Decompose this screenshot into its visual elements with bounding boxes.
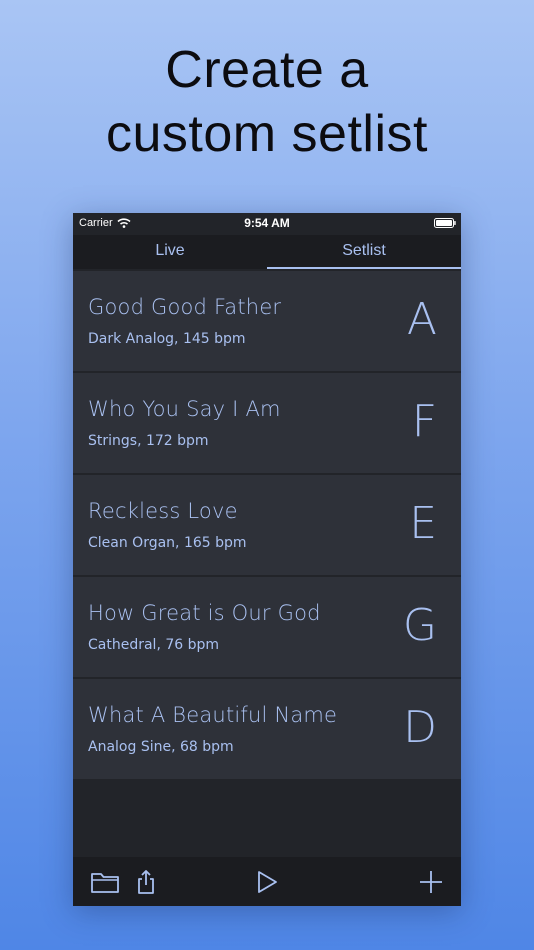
tab-live[interactable]: Live (73, 235, 267, 269)
song-details: Dark Analog, 145 bpm (88, 331, 246, 347)
song-title: What A Beautiful Name (88, 703, 338, 727)
battery-icon (434, 218, 456, 228)
setlist-list: Good Good Father Dark Analog, 145 bpm A … (73, 271, 461, 781)
song-key: A (406, 294, 437, 345)
song-row[interactable]: Reckless Love Clean Organ, 165 bpm E (73, 475, 461, 575)
tab-setlist[interactable]: Setlist (267, 235, 461, 269)
headline: Create a custom setlist (0, 38, 534, 166)
bottom-toolbar (73, 857, 461, 906)
song-details: Strings, 172 bpm (88, 433, 209, 449)
song-key: F (411, 396, 437, 447)
share-icon[interactable] (135, 869, 157, 895)
song-details: Cathedral, 76 bpm (88, 637, 220, 653)
headline-line-1: Create a (165, 41, 369, 99)
plus-icon[interactable] (418, 869, 444, 895)
song-title: Good Good Father (88, 295, 282, 319)
song-key: G (402, 600, 437, 651)
status-time: 9:54 AM (244, 216, 290, 230)
song-details: Clean Organ, 165 bpm (88, 535, 247, 551)
phone-screen: Carrier 9:54 AM Live Setlist Good Good F… (73, 213, 461, 906)
headline-line-2: custom setlist (106, 105, 428, 163)
song-key: D (403, 702, 437, 753)
song-title: Who You Say I Am (88, 397, 281, 421)
song-row[interactable]: What A Beautiful Name Analog Sine, 68 bp… (73, 679, 461, 779)
song-details: Analog Sine, 68 bpm (88, 739, 234, 755)
song-key: E (409, 498, 437, 549)
segmented-tabs: Live Setlist (73, 235, 461, 269)
folder-icon[interactable] (90, 869, 120, 895)
song-title: Reckless Love (88, 499, 238, 523)
song-row[interactable]: How Great is Our God Cathedral, 76 bpm G (73, 577, 461, 677)
song-title: How Great is Our God (88, 601, 321, 625)
song-row[interactable]: Who You Say I Am Strings, 172 bpm F (73, 373, 461, 473)
song-row[interactable]: Good Good Father Dark Analog, 145 bpm A (73, 271, 461, 371)
status-bar: Carrier 9:54 AM (73, 213, 461, 235)
play-icon[interactable] (255, 869, 279, 895)
